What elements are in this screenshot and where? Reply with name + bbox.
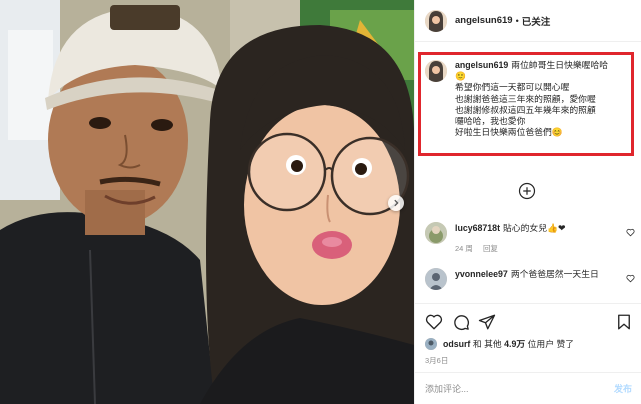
caption-line: 希望你們這一天都可以開心喔 (455, 82, 570, 93)
heart-icon[interactable] (626, 274, 635, 283)
caption-line: 兩位帥哥生日快樂喔哈哈 (511, 60, 609, 70)
comment-text: 两个爸爸居然一天生日 (510, 269, 599, 279)
paper-plane-icon[interactable] (478, 313, 496, 331)
caption-line: 🙂 (455, 71, 466, 82)
header-username[interactable]: angelsun619 (455, 15, 513, 26)
likes-username[interactable]: odsurf (443, 339, 470, 349)
avatar[interactable] (425, 268, 447, 290)
following-button[interactable]: 已关注 (522, 14, 551, 28)
selfie-image (0, 0, 414, 404)
comment-body: lucy68718t 貼心的女兒👍❤ 24 周 回复 (455, 222, 615, 254)
avatar[interactable] (425, 222, 447, 244)
comment-bar: 发布 (415, 372, 641, 404)
caption-text: angelsun619 兩位帥哥生日快樂喔哈哈 🙂 希望你們這一天都可以開心喔 也… (455, 60, 608, 138)
comment-icon[interactable] (452, 313, 470, 331)
comment-text: 貼心的女兒👍❤ (503, 223, 566, 233)
comment-time: 24 周 (455, 244, 473, 253)
comment-item: yvonnelee97 两个爸爸居然一天生日 (425, 268, 635, 290)
comment-body: yvonnelee97 两个爸爸居然一天生日 (455, 268, 615, 290)
likes-middle: 和 其他 (472, 339, 502, 349)
comment-username[interactable]: yvonnelee97 (455, 269, 508, 279)
caption-line: 也謝謝爸爸這三年來的照顧，愛你喔 (455, 93, 596, 104)
caption-line: 囉哈哈，我也愛你 (455, 116, 526, 127)
post-comment-button[interactable]: 发布 (614, 382, 632, 395)
heart-icon[interactable] (425, 313, 443, 331)
likes-suffix: 位用户 赞了 (527, 339, 575, 349)
caption-line: 也謝謝修叔叔這四五年幾年來的照顧 (455, 104, 596, 115)
likes-summary: odsurf 和 其他 4.9万 位用户 赞了 (425, 337, 574, 350)
caption-line: 好啦生日快樂兩位爸爸們😊 (455, 127, 563, 138)
next-image-button[interactable] (388, 195, 404, 211)
chevron-right-icon (394, 199, 399, 207)
plus-circle-icon[interactable] (518, 182, 536, 200)
post-date: 3月6日 (425, 356, 449, 365)
reply-link[interactable]: 回复 (483, 244, 498, 253)
action-bar (415, 303, 641, 337)
avatar[interactable] (425, 60, 447, 82)
likes-count[interactable]: 4.9万 (504, 339, 525, 349)
avatar[interactable] (425, 337, 437, 350)
comment-item: lucy68718t 貼心的女兒👍❤ 24 周 回复 (425, 222, 635, 254)
post-header: angelsun619 • 已关注 (415, 0, 641, 42)
post-caption: angelsun619 兩位帥哥生日快樂喔哈哈 🙂 希望你們這一天都可以開心喔 也… (425, 60, 630, 138)
comment-input[interactable] (425, 383, 614, 394)
separator-dot: • (515, 15, 519, 26)
heart-icon[interactable] (626, 228, 635, 237)
avatar[interactable] (425, 9, 447, 32)
post-photo (0, 0, 414, 404)
comment-username[interactable]: lucy68718t (455, 223, 500, 233)
bookmark-icon[interactable] (615, 313, 633, 331)
post-side-panel: angelsun619 • 已关注 angelsun619 兩位帥哥生日快樂喔哈哈… (414, 0, 641, 404)
caption-username[interactable]: angelsun619 (455, 60, 508, 70)
